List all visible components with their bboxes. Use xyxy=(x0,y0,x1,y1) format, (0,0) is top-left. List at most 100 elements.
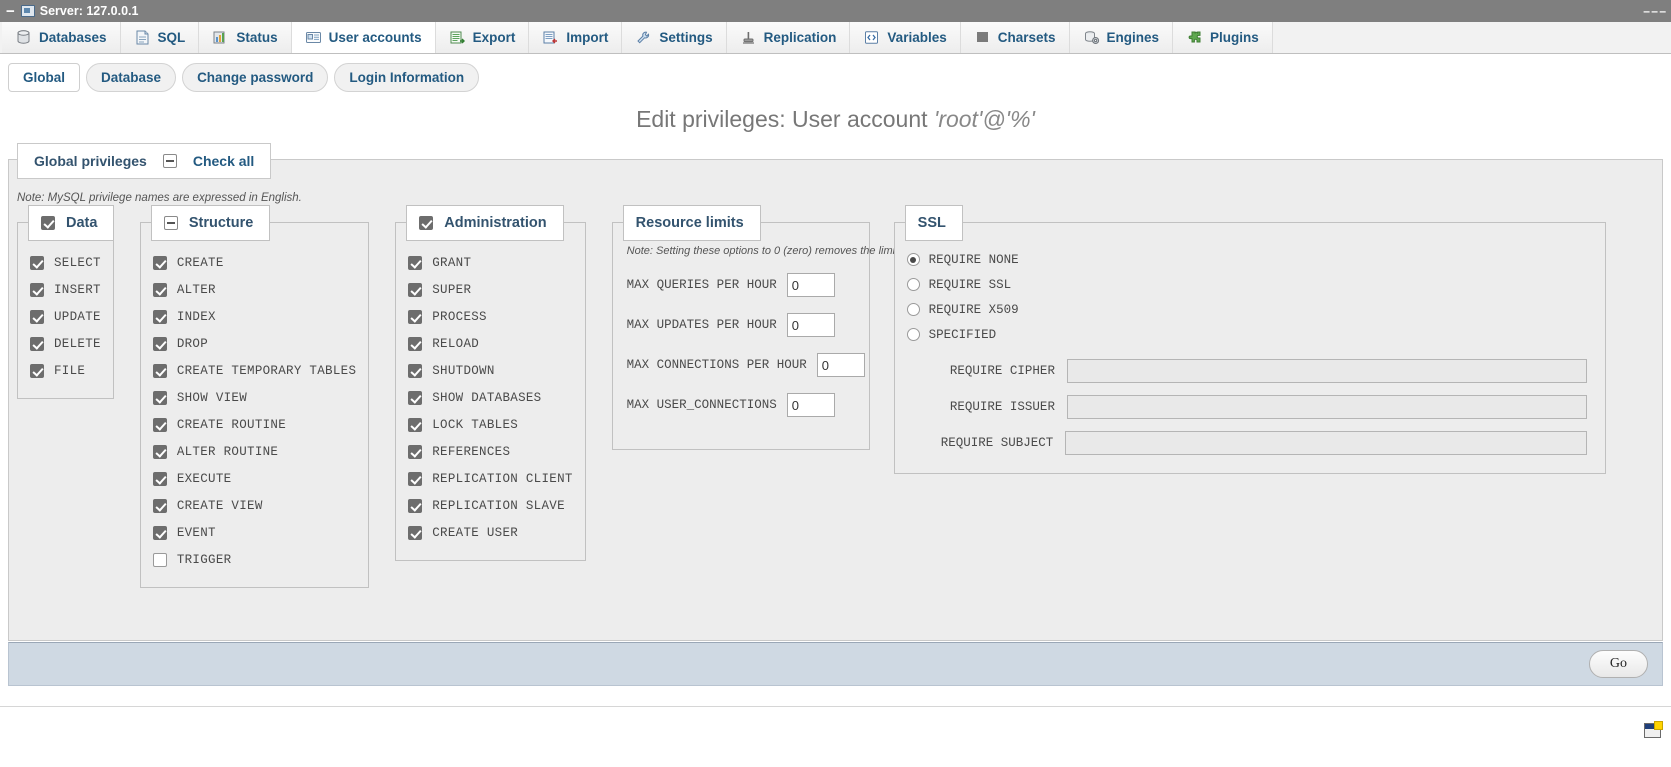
nav-item-sql[interactable]: SQL xyxy=(120,22,200,53)
privilege-row[interactable]: SHOW VIEW xyxy=(152,384,356,411)
privilege-checkbox-process[interactable] xyxy=(408,309,423,324)
privilege-checkbox-grant[interactable] xyxy=(408,255,423,270)
go-button[interactable]: Go xyxy=(1588,650,1648,678)
privilege-row[interactable]: REPLICATION SLAVE xyxy=(408,492,572,519)
nav-item-variables[interactable]: Variables xyxy=(850,22,961,53)
privilege-row[interactable]: CREATE VIEW xyxy=(152,492,356,519)
tab-change-password[interactable]: Change password xyxy=(182,63,329,92)
privilege-checkbox-update[interactable] xyxy=(30,309,44,324)
privilege-label: SELECT xyxy=(54,255,101,270)
privilege-checkbox-super[interactable] xyxy=(408,282,423,297)
privilege-checkbox-replication-client[interactable] xyxy=(408,471,423,486)
tab-database[interactable]: Database xyxy=(86,63,177,92)
nav-item-export[interactable]: Export xyxy=(435,22,530,53)
privilege-checkbox-reload[interactable] xyxy=(408,336,423,351)
privilege-checkbox-alter-routine[interactable] xyxy=(152,444,167,459)
ssl-option-row[interactable]: REQUIRE SSL xyxy=(906,272,1587,297)
privilege-checkbox-delete[interactable] xyxy=(30,336,44,351)
ssl-option-row[interactable]: SPECIFIED xyxy=(906,322,1587,347)
privilege-row[interactable]: RELOAD xyxy=(408,330,572,357)
privilege-checkbox-trigger[interactable] xyxy=(152,552,167,567)
nav-item-replication[interactable]: Replication xyxy=(726,22,851,53)
max-queries-per-hour-input[interactable] xyxy=(786,273,835,297)
privilege-row[interactable]: PROCESS xyxy=(408,303,572,330)
nav-item-engines[interactable]: Engines xyxy=(1069,22,1174,53)
ssl-option-row[interactable]: REQUIRE X509 xyxy=(906,297,1587,322)
data-group-checkbox[interactable] xyxy=(41,216,55,230)
privilege-row[interactable]: GRANT xyxy=(408,249,572,276)
privilege-checkbox-lock-tables[interactable] xyxy=(408,417,423,432)
privilege-checkbox-create-temporary-tables[interactable] xyxy=(152,363,167,378)
privilege-checkbox-index[interactable] xyxy=(152,309,167,324)
privilege-checkbox-show-view[interactable] xyxy=(152,390,167,405)
collapse-icon[interactable]: − xyxy=(6,4,15,19)
privilege-row[interactable]: REFERENCES xyxy=(408,438,572,465)
privilege-row[interactable]: CREATE xyxy=(152,249,356,276)
privilege-row[interactable]: INSERT xyxy=(30,276,101,303)
privilege-row[interactable]: CREATE USER xyxy=(408,519,572,546)
privilege-row[interactable]: DELETE xyxy=(30,330,101,357)
ssl-radio-require-x509[interactable] xyxy=(906,303,920,316)
nav-item-plugins[interactable]: Plugins xyxy=(1173,22,1273,53)
privilege-row[interactable]: CREATE ROUTINE xyxy=(152,411,356,438)
ssl-radio-require-none[interactable] xyxy=(906,253,920,266)
privilege-row[interactable]: EVENT xyxy=(152,519,356,546)
privilege-row[interactable]: DROP xyxy=(152,330,356,357)
privilege-row[interactable]: REPLICATION CLIENT xyxy=(408,465,572,492)
server-label: Server: 127.0.0.1 xyxy=(39,4,139,18)
max-user-connections-input[interactable] xyxy=(786,393,835,417)
privilege-checkbox-create[interactable] xyxy=(152,255,167,270)
privilege-checkbox-create-view[interactable] xyxy=(152,498,167,513)
privilege-checkbox-alter[interactable] xyxy=(152,282,167,297)
administration-group-checkbox[interactable] xyxy=(419,216,434,230)
privilege-row[interactable]: INDEX xyxy=(152,303,356,330)
ssl-radio-require-ssl[interactable] xyxy=(906,278,920,291)
privilege-row[interactable]: LOCK TABLES xyxy=(408,411,572,438)
nav-item-databases[interactable]: Databases xyxy=(2,22,121,53)
privilege-checkbox-shutdown[interactable] xyxy=(408,363,423,378)
ssl-option-row[interactable]: REQUIRE NONE xyxy=(906,247,1587,272)
max-connections-per-hour-input[interactable] xyxy=(816,353,865,377)
nav-item-charsets[interactable]: Charsets xyxy=(960,22,1070,53)
window-controls[interactable]: – – – xyxy=(1643,4,1666,18)
privilege-checkbox-select[interactable] xyxy=(30,255,44,270)
privilege-checkbox-event[interactable] xyxy=(152,525,167,540)
structure-group-checkbox[interactable] xyxy=(163,216,178,230)
max-updates-per-hour-input[interactable] xyxy=(786,313,835,337)
privilege-row[interactable]: SHOW DATABASES xyxy=(408,384,572,411)
privilege-checkbox-drop[interactable] xyxy=(152,336,167,351)
privilege-label: INSERT xyxy=(54,282,101,297)
privilege-checkbox-insert[interactable] xyxy=(30,282,44,297)
privilege-checkbox-replication-slave[interactable] xyxy=(408,498,423,513)
privilege-row[interactable]: UPDATE xyxy=(30,303,101,330)
privilege-row[interactable]: ALTER ROUTINE xyxy=(152,438,356,465)
tab-global[interactable]: Global xyxy=(8,63,81,92)
privilege-row[interactable]: EXECUTE xyxy=(152,465,356,492)
privilege-checkbox-references[interactable] xyxy=(408,444,423,459)
privilege-row[interactable]: TRIGGER xyxy=(152,546,356,573)
nav-item-settings[interactable]: Settings xyxy=(622,22,727,53)
nav-item-status[interactable]: Status xyxy=(199,22,292,53)
privilege-checkbox-create-user[interactable] xyxy=(408,525,423,540)
tab-login-information[interactable]: Login Information xyxy=(334,63,480,92)
check-all-label[interactable]: Check all xyxy=(193,153,254,169)
privilege-checkbox-create-routine[interactable] xyxy=(152,417,167,432)
privilege-checkbox-show-databases[interactable] xyxy=(408,390,423,405)
privilege-row[interactable]: FILE xyxy=(30,357,101,384)
privilege-row[interactable]: CREATE TEMPORARY TABLES xyxy=(152,357,356,384)
check-all-checkbox[interactable] xyxy=(162,154,177,168)
ssl-radio-specified[interactable] xyxy=(906,328,920,341)
nav-item-user-accounts[interactable]: User accounts xyxy=(291,22,436,53)
require-subject-input[interactable] xyxy=(1065,431,1587,455)
privilege-row[interactable]: SHUTDOWN xyxy=(408,357,572,384)
privilege-checkbox-execute[interactable] xyxy=(152,471,167,486)
privilege-checkbox-file[interactable] xyxy=(30,363,44,378)
window-restore-icon[interactable] xyxy=(1644,721,1663,738)
page-title: Edit privileges: User account 'root'@'%' xyxy=(0,100,1671,147)
privilege-row[interactable]: SUPER xyxy=(408,276,572,303)
require-cipher-input[interactable] xyxy=(1066,359,1587,383)
privilege-row[interactable]: ALTER xyxy=(152,276,356,303)
nav-item-import[interactable]: Import xyxy=(529,22,623,53)
require-issuer-input[interactable] xyxy=(1066,395,1587,419)
privilege-row[interactable]: SELECT xyxy=(30,249,101,276)
